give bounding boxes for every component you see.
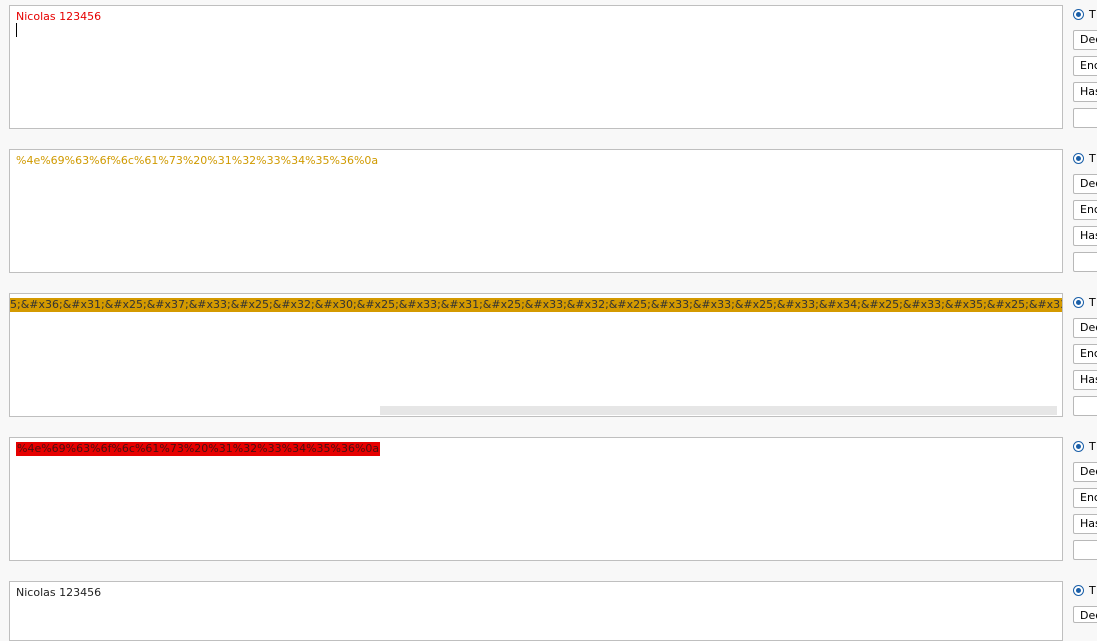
text-radio-4[interactable]: T: [1073, 440, 1097, 455]
encode-as-select-4[interactable]: Enc: [1073, 488, 1097, 508]
text-panel-2[interactable]: %4e%69%63%6f%6c%61%73%20%31%32%33%34%35%…: [9, 149, 1063, 273]
text-radio-1[interactable]: T: [1073, 8, 1097, 23]
text-area-3[interactable]: 5;&#x36;&#x31;&#x25;&#x37;&#x33;&#x25;&#…: [9, 293, 1063, 417]
text-content-1: Nicolas 123456: [16, 10, 102, 23]
text-panel-1[interactable]: Nicolas 123456: [9, 5, 1063, 129]
text-radio-5[interactable]: T: [1073, 584, 1097, 599]
radio-selected-icon: [1073, 153, 1084, 164]
text-content-4: %4e%69%63%6f%6c%61%73%20%31%32%33%34%35%…: [16, 442, 381, 456]
smart-decode-button-2[interactable]: [1073, 252, 1097, 272]
text-content-5: Nicolas 123456: [16, 586, 102, 599]
text-radio-2[interactable]: T: [1073, 152, 1097, 167]
hash-select-2[interactable]: Has: [1073, 226, 1097, 246]
text-area-5[interactable]: Nicolas 123456: [9, 581, 1063, 641]
hash-select-1[interactable]: Has: [1073, 82, 1097, 102]
encode-as-select-1[interactable]: Enc: [1073, 56, 1097, 76]
text-radio-3[interactable]: T: [1073, 296, 1097, 311]
text-content-2: %4e%69%63%6f%6c%61%73%20%31%32%33%34%35%…: [16, 154, 379, 167]
text-content-3: 5;&#x36;&#x31;&#x25;&#x37;&#x33;&#x25;&#…: [10, 298, 1062, 312]
radio-label: T: [1089, 440, 1096, 453]
radio-selected-icon: [1073, 297, 1084, 308]
radio-label: T: [1089, 8, 1096, 21]
decode-as-select-5[interactable]: Dec: [1073, 606, 1097, 623]
radio-label: T: [1089, 584, 1096, 597]
radio-label: T: [1089, 296, 1096, 309]
decode-as-select-3[interactable]: Dec: [1073, 318, 1097, 338]
text-panel-3[interactable]: 5;&#x36;&#x31;&#x25;&#x37;&#x33;&#x25;&#…: [9, 293, 1063, 417]
radio-selected-icon: [1073, 441, 1084, 452]
text-area-4[interactable]: %4e%69%63%6f%6c%61%73%20%31%32%33%34%35%…: [9, 437, 1063, 561]
hash-select-4[interactable]: Has: [1073, 514, 1097, 534]
smart-decode-button-3[interactable]: [1073, 396, 1097, 416]
text-area-2[interactable]: %4e%69%63%6f%6c%61%73%20%31%32%33%34%35%…: [9, 149, 1063, 273]
smart-decode-button-1[interactable]: [1073, 108, 1097, 128]
decode-as-select-2[interactable]: Dec: [1073, 174, 1097, 194]
encode-as-select-3[interactable]: Enc: [1073, 344, 1097, 364]
decode-as-select-4[interactable]: Dec: [1073, 462, 1097, 482]
radio-selected-icon: [1073, 585, 1084, 596]
radio-label: T: [1089, 152, 1096, 165]
radio-selected-icon: [1073, 9, 1084, 20]
text-cursor: [16, 23, 17, 37]
text-panel-4[interactable]: %4e%69%63%6f%6c%61%73%20%31%32%33%34%35%…: [9, 437, 1063, 561]
smart-decode-button-4[interactable]: [1073, 540, 1097, 560]
encode-as-select-2[interactable]: Enc: [1073, 200, 1097, 220]
text-panel-5[interactable]: Nicolas 123456: [9, 581, 1063, 641]
decode-as-select-1[interactable]: Dec: [1073, 30, 1097, 50]
horizontal-scrollbar[interactable]: [380, 406, 1057, 415]
hash-select-3[interactable]: Has: [1073, 370, 1097, 390]
text-area-1[interactable]: Nicolas 123456: [9, 5, 1063, 129]
